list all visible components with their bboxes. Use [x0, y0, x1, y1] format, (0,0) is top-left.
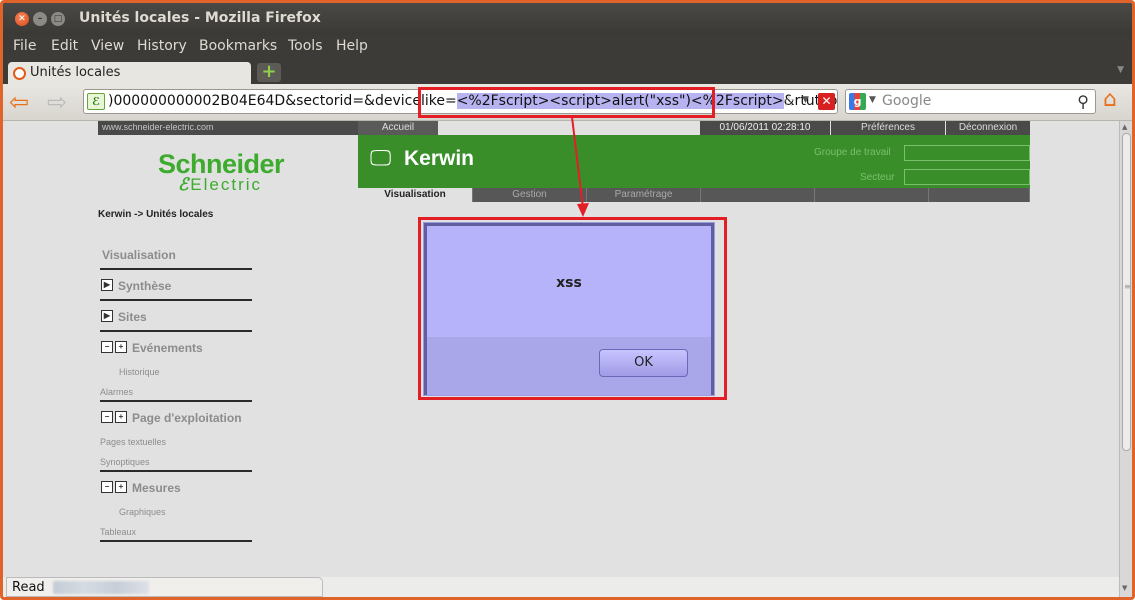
- tab-unites-locales[interactable]: Unités locales: [8, 62, 251, 84]
- site-domain: www.schneider-electric.com: [98, 121, 358, 135]
- sidebar-evenements[interactable]: − + Evénements: [100, 332, 252, 362]
- forward-arrow-icon[interactable]: ⇨: [47, 90, 67, 114]
- tab-gestion[interactable]: Gestion: [473, 188, 587, 202]
- close-window-icon[interactable]: ✕: [15, 12, 29, 26]
- tab-bar: Unités locales + ▼: [3, 58, 1132, 84]
- sidebar-sites[interactable]: ▶ Sites: [100, 301, 252, 332]
- nav-datetime: 01/06/2011 02:28:10: [700, 121, 830, 135]
- search-bar[interactable]: g ▼ Google ⚲: [845, 89, 1096, 114]
- nav-preferences[interactable]: Préférences: [830, 121, 945, 135]
- sidebar-item-pages-textuelles[interactable]: Pages textuelles: [100, 432, 252, 452]
- site-top-nav: Accueil 01/06/2011 02:28:10 Préférences …: [358, 121, 1030, 135]
- play-icon[interactable]: ▶: [101, 279, 113, 291]
- menu-edit[interactable]: Edit: [51, 38, 78, 54]
- status-text: Read: [12, 580, 45, 595]
- sidebar-synthese[interactable]: ▶ Synthèse: [100, 270, 252, 301]
- collapse-icon[interactable]: −: [101, 341, 113, 353]
- tab-empty-2[interactable]: [815, 188, 929, 202]
- sidebar-page-exploitation-label: Page d'exploitation: [132, 411, 242, 425]
- menu-tools[interactable]: Tools: [288, 38, 323, 54]
- stop-icon[interactable]: ✕: [818, 93, 835, 110]
- url-prefix: )000000000002B04E64D&sectorid=&devicelik…: [108, 93, 457, 109]
- logo-subtitle-text: Electric: [190, 175, 263, 194]
- sector-label: Secteur: [860, 172, 895, 183]
- tab-parametrage[interactable]: Paramétrage: [587, 188, 701, 202]
- tab-empty-3[interactable]: [929, 188, 1030, 202]
- browser-window: ✕ – □ Unités locales - Mozilla Firefox F…: [0, 0, 1135, 600]
- sidebar-page-exploitation[interactable]: − + Page d'exploitation: [100, 402, 252, 432]
- sidebar-mesures[interactable]: − + Mesures: [100, 472, 252, 502]
- vertical-scrollbar[interactable]: ▲ ≡ ▼: [1119, 121, 1132, 597]
- menu-help[interactable]: Help: [336, 38, 368, 54]
- loading-icon: [13, 67, 26, 80]
- search-placeholder: Google: [882, 93, 932, 109]
- expand-icon[interactable]: +: [115, 481, 127, 493]
- sidebar-item-synoptiques[interactable]: Synoptiques: [100, 452, 252, 472]
- status-bar: Read: [6, 577, 323, 597]
- collapse-icon[interactable]: −: [101, 481, 113, 493]
- search-icon[interactable]: ⚲: [1077, 92, 1089, 111]
- scroll-down-icon[interactable]: ▼: [1122, 584, 1127, 592]
- app-header: 🖵 Kerwin Groupe de travail Secteur: [358, 135, 1030, 188]
- maximize-window-icon[interactable]: □: [51, 12, 65, 26]
- menu-bar: File Edit View History Bookmarks Tools H…: [3, 35, 1132, 58]
- url-dropdown-icon[interactable]: ▼: [802, 95, 809, 105]
- monitor-icon: 🖵: [370, 146, 392, 171]
- tab-title: Unités locales: [30, 65, 121, 80]
- menu-view[interactable]: View: [91, 38, 124, 54]
- bookmark-star-icon[interactable]: ☆: [782, 92, 795, 110]
- new-tab-button[interactable]: +: [257, 63, 281, 82]
- site-identity-icon[interactable]: ℰ: [87, 93, 105, 110]
- expand-icon[interactable]: +: [115, 341, 127, 353]
- tab-list-icon[interactable]: ▼: [1117, 65, 1124, 75]
- schneider-logo[interactable]: Schneider ℰElectric: [158, 149, 285, 195]
- nav-accueil[interactable]: Accueil: [358, 121, 438, 135]
- sidebar-synthese-label: Synthèse: [118, 279, 172, 293]
- scrollbar-thumb[interactable]: ≡: [1122, 133, 1131, 451]
- engine-dropdown-icon[interactable]: ▼: [869, 95, 876, 105]
- expand-icon[interactable]: +: [115, 411, 127, 423]
- workgroup-label: Groupe de travail: [814, 147, 891, 158]
- back-arrow-icon[interactable]: ⇦: [9, 90, 29, 114]
- sidebar-visualisation[interactable]: Visualisation: [100, 239, 252, 270]
- alert-message: xss: [556, 275, 582, 291]
- sidebar-item-alarmes[interactable]: Alarmes: [100, 382, 252, 402]
- blurred-status-url: [53, 581, 149, 594]
- menu-file[interactable]: File: [13, 38, 36, 54]
- logo-mark-icon: ℰ: [178, 175, 191, 194]
- title-bar: ✕ – □ Unités locales - Mozilla Firefox: [3, 3, 1132, 35]
- sector-field[interactable]: [904, 169, 1030, 185]
- scroll-up-icon[interactable]: ▲: [1122, 123, 1127, 131]
- sidebar-evenements-label: Evénements: [132, 341, 203, 355]
- sidebar-item-historique[interactable]: Historique: [100, 362, 252, 382]
- tab-empty-1[interactable]: [701, 188, 815, 202]
- url-highlight: [418, 87, 715, 118]
- sidebar-visualisation-label: Visualisation: [102, 248, 176, 262]
- sidebar-sites-label: Sites: [118, 310, 147, 324]
- sidebar-item-graphiques[interactable]: Graphiques: [100, 502, 252, 522]
- tab-visualisation[interactable]: Visualisation: [358, 188, 473, 202]
- play-icon[interactable]: ▶: [101, 310, 113, 322]
- sidebar: Visualisation ▶ Synthèse ▶ Sites − + Evé…: [100, 239, 252, 542]
- collapse-icon[interactable]: −: [101, 411, 113, 423]
- workgroup-field[interactable]: [904, 145, 1030, 161]
- grip-icon: ≡: [1124, 282, 1131, 291]
- menu-bookmarks[interactable]: Bookmarks: [199, 38, 277, 54]
- breadcrumb: Kerwin -> Unités locales: [98, 209, 214, 220]
- home-icon[interactable]: ⌂: [1103, 88, 1117, 112]
- window-title: Unités locales - Mozilla Firefox: [79, 10, 321, 26]
- google-engine-icon[interactable]: g: [849, 93, 866, 110]
- main-tabs: Visualisation Gestion Paramétrage: [358, 188, 1030, 202]
- ok-button[interactable]: OK: [599, 349, 688, 377]
- nav-deconnexion[interactable]: Déconnexion: [945, 121, 1030, 135]
- app-name: Kerwin: [404, 147, 475, 170]
- minimize-window-icon[interactable]: –: [33, 12, 47, 26]
- nav-spacer: [438, 121, 700, 135]
- sidebar-item-tableaux[interactable]: Tableaux: [100, 522, 252, 542]
- sidebar-mesures-label: Mesures: [132, 481, 181, 495]
- menu-history[interactable]: History: [137, 38, 187, 54]
